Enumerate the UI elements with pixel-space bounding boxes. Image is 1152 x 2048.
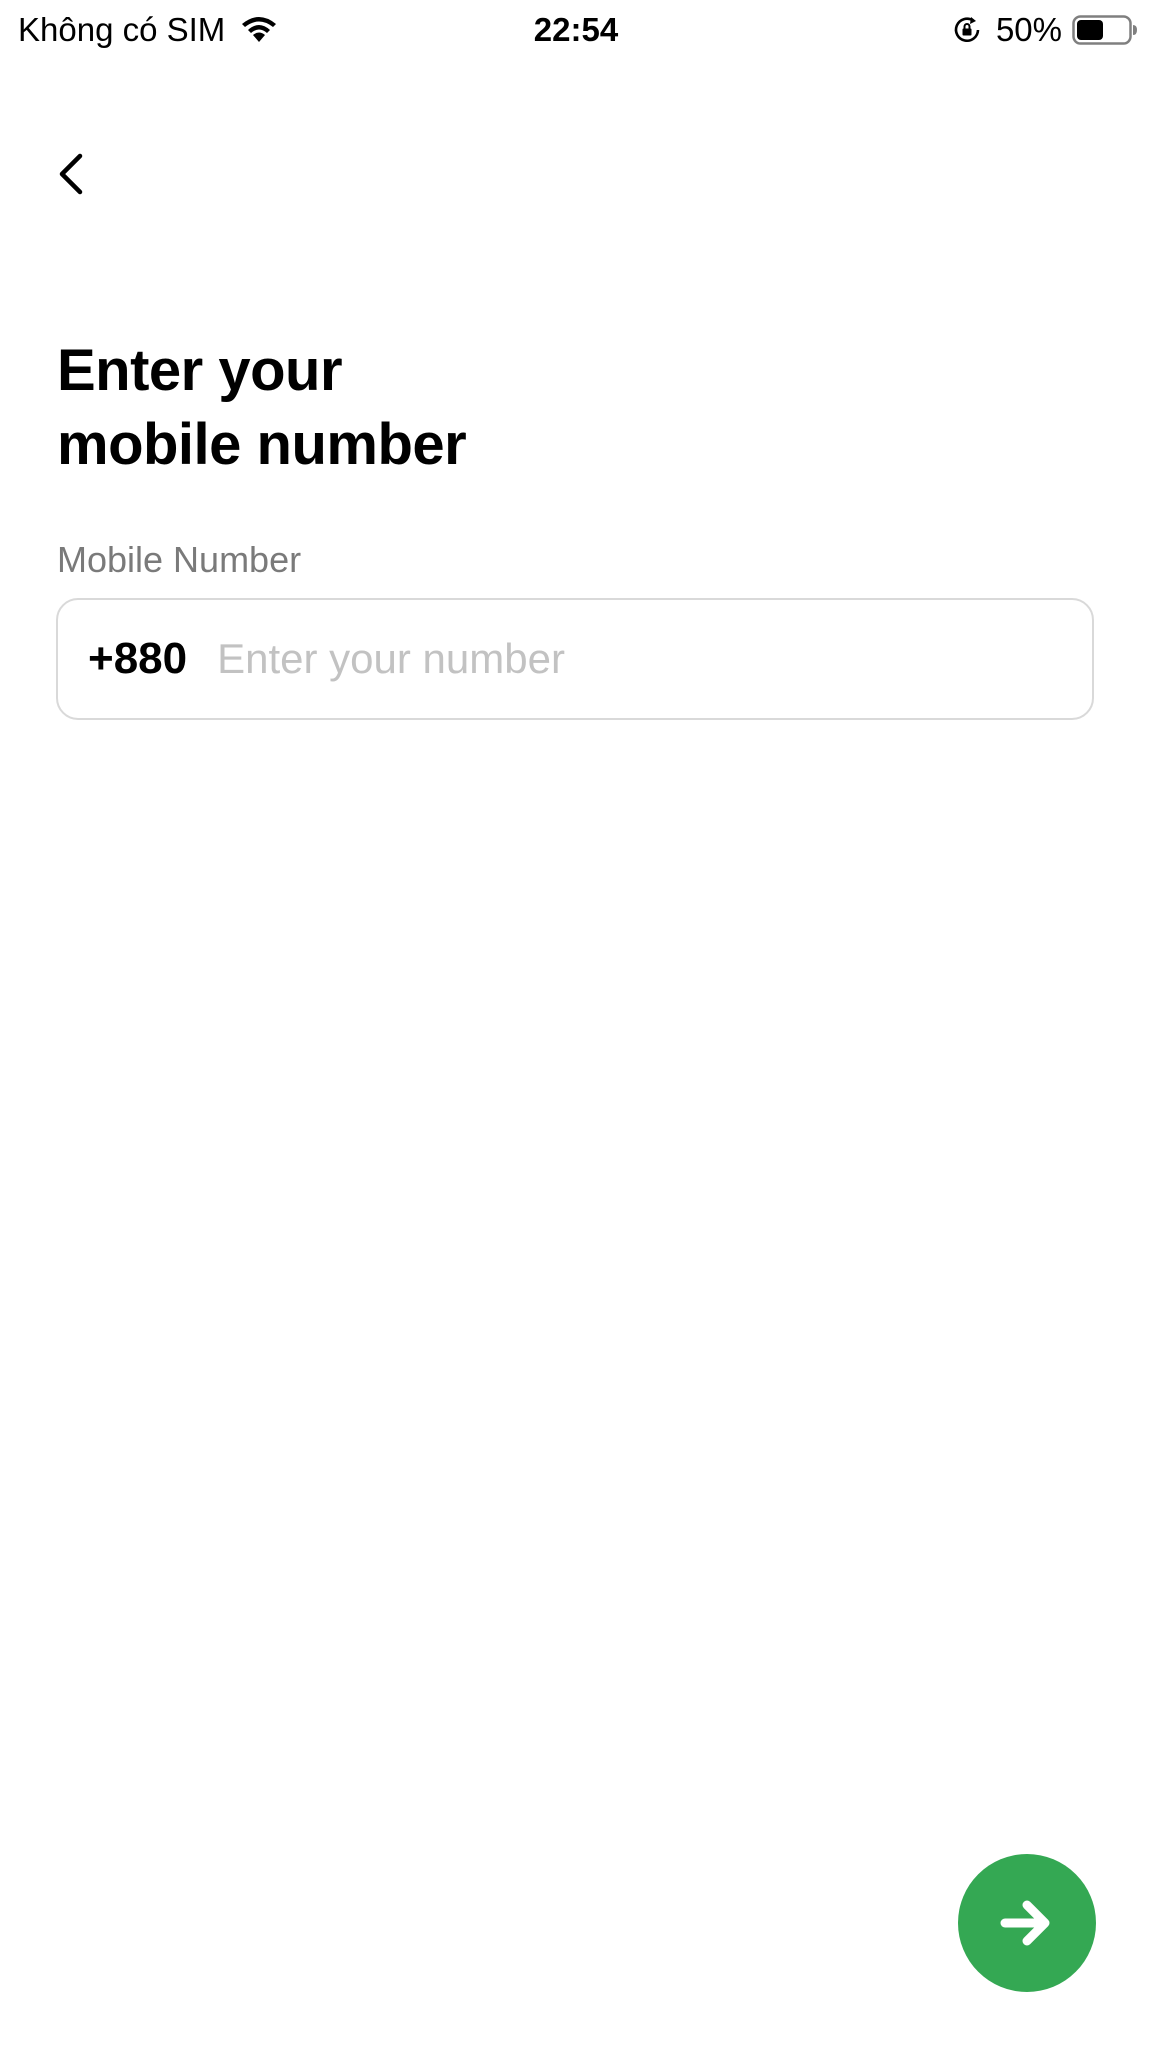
chevron-left-icon bbox=[59, 153, 83, 195]
page-title: Enter your mobile number bbox=[57, 334, 957, 482]
status-bar: Không có SIM 22:54 50% bbox=[0, 0, 1152, 58]
battery-percentage: 50% bbox=[995, 11, 1062, 48]
next-button[interactable] bbox=[958, 1854, 1096, 1992]
status-right: 50% bbox=[952, 10, 1138, 50]
rotation-lock-icon bbox=[954, 17, 980, 43]
mobile-number-field[interactable]: +880 bbox=[56, 598, 1094, 720]
phone-number-input[interactable] bbox=[217, 600, 1092, 718]
battery-icon bbox=[1072, 15, 1137, 45]
mobile-number-label: Mobile Number bbox=[57, 539, 302, 580]
page-title-line-1: Enter your bbox=[57, 338, 343, 403]
arrow-right-icon bbox=[1000, 1900, 1050, 1946]
page-title-line-2: mobile number bbox=[57, 412, 467, 477]
country-code[interactable]: +880 bbox=[88, 634, 187, 684]
back-button[interactable] bbox=[46, 146, 96, 202]
